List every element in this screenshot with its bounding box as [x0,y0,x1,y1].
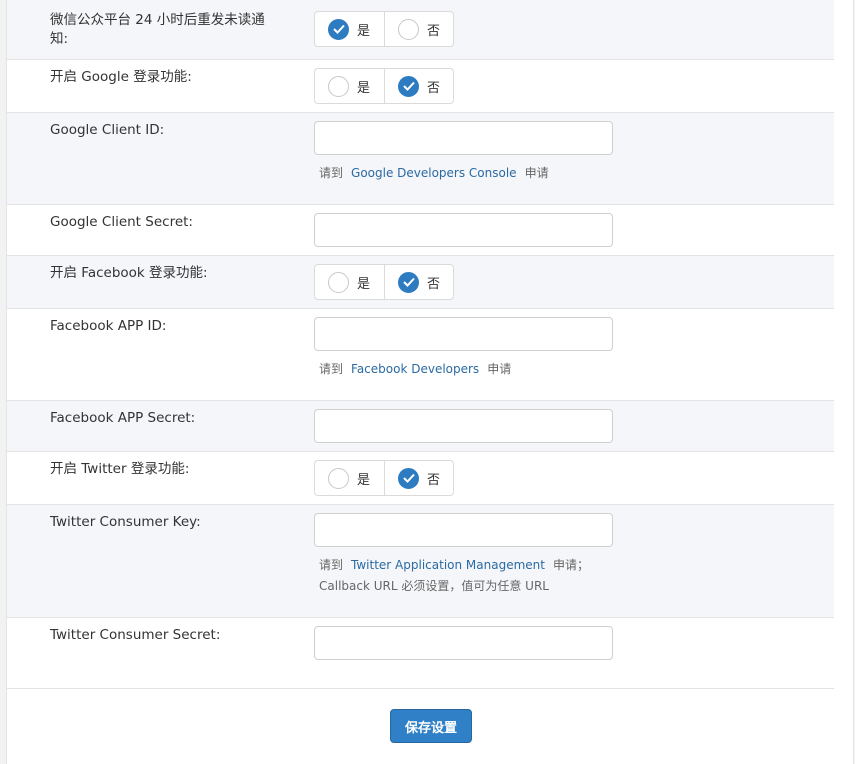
twitter-login-radio-group: 是 否 [314,460,454,496]
facebook-app-id-row: Facebook APP ID: 请到 Facebook Developers 申请 [7,309,834,401]
twitter-consumer-secret-label: Twitter Consumer Secret: [50,627,221,643]
twitter-consumer-key-row: Twitter Consumer Key: 请到 Twitter Applicat… [7,505,834,618]
google-login-yes-label: 是 [357,80,371,96]
google-login-no-option[interactable]: 否 [384,69,453,103]
google-client-secret-input[interactable] [314,213,613,247]
twitter-consumer-key-label: Twitter Consumer Key: [50,514,201,530]
help-prefix: 请到 [319,558,344,572]
radio-unchecked-icon [328,271,349,293]
twitter-login-label: 开启 Twitter 登录功能: [50,461,190,477]
settings-panel: 微信公众平台 24 小时后重发未读通知: 是 否 开启 Google 登录功能:… [6,0,854,764]
wechat-notify-yes-option[interactable]: 是 [315,12,384,46]
facebook-login-radio-group: 是 否 [314,264,454,300]
twitter-login-row: 开启 Twitter 登录功能: 是 否 [7,452,834,505]
facebook-login-label: 开启 Facebook 登录功能: [50,265,208,281]
google-client-id-help: 请到 Google Developers Console 申请 [319,163,549,184]
twitter-callback-help: Callback URL 必须设置，值可为任意 URL [319,579,549,593]
facebook-app-id-help: 请到 Facebook Developers 申请 [319,359,511,380]
radio-unchecked-icon [328,75,349,97]
twitter-consumer-key-input[interactable] [314,513,613,547]
google-login-yes-option[interactable]: 是 [315,69,384,103]
facebook-app-id-input[interactable] [314,317,613,351]
twitter-application-management-link[interactable]: Twitter Application Management [351,558,545,572]
wechat-notify-radio-group: 是 否 [314,11,454,47]
wechat-notify-yes-label: 是 [357,23,371,39]
radio-checked-icon [398,271,419,293]
twitter-login-yes-option[interactable]: 是 [315,461,384,495]
facebook-login-yes-label: 是 [357,276,371,292]
facebook-app-secret-label: Facebook APP Secret: [50,410,196,426]
google-login-radio-group: 是 否 [314,68,454,104]
radio-checked-icon [398,467,419,489]
radio-unchecked-icon [328,467,349,489]
twitter-login-yes-label: 是 [357,472,371,488]
facebook-login-no-option[interactable]: 否 [384,265,453,299]
facebook-app-id-label: Facebook APP ID: [50,318,167,334]
help-prefix: 请到 [319,166,344,180]
radio-checked-icon [328,18,349,40]
facebook-app-secret-input[interactable] [314,409,613,443]
radio-unchecked-icon [398,18,419,40]
radio-checked-icon [398,75,419,97]
google-login-no-label: 否 [427,80,441,96]
google-login-label: 开启 Google 登录功能: [50,69,192,85]
wechat-notify-label: 微信公众平台 24 小时后重发未读通知: [50,12,265,47]
twitter-login-no-option[interactable]: 否 [384,461,453,495]
help-prefix: 请到 [319,362,344,376]
save-settings-button[interactable]: 保存设置 [390,709,472,743]
google-client-secret-row: Google Client Secret: [7,205,834,256]
google-client-id-input[interactable] [314,121,613,155]
wechat-notify-no-label: 否 [427,23,441,39]
twitter-login-no-label: 否 [427,472,441,488]
google-client-id-label: Google Client ID: [50,122,165,138]
twitter-consumer-secret-input[interactable] [314,626,613,660]
help-suffix: 申请 [487,362,512,376]
wechat-notify-no-option[interactable]: 否 [384,12,453,46]
google-login-row: 开启 Google 登录功能: 是 否 [7,60,834,113]
facebook-login-row: 开启 Facebook 登录功能: 是 否 [7,256,834,309]
google-developers-console-link[interactable]: Google Developers Console [351,166,517,180]
facebook-app-secret-row: Facebook APP Secret: [7,401,834,452]
facebook-developers-link[interactable]: Facebook Developers [351,362,479,376]
help-suffix: 申请 [524,166,549,180]
google-client-secret-label: Google Client Secret: [50,214,193,230]
google-client-id-row: Google Client ID: 请到 Google Developers Co… [7,113,834,205]
twitter-consumer-secret-row: Twitter Consumer Secret: [7,618,834,689]
twitter-consumer-key-help: 请到 Twitter Application Management 申请； [319,555,589,576]
facebook-login-no-label: 否 [427,276,441,292]
wechat-notify-row: 微信公众平台 24 小时后重发未读通知: 是 否 [7,0,834,60]
help-suffix: 申请； [552,558,589,572]
facebook-login-yes-option[interactable]: 是 [315,265,384,299]
